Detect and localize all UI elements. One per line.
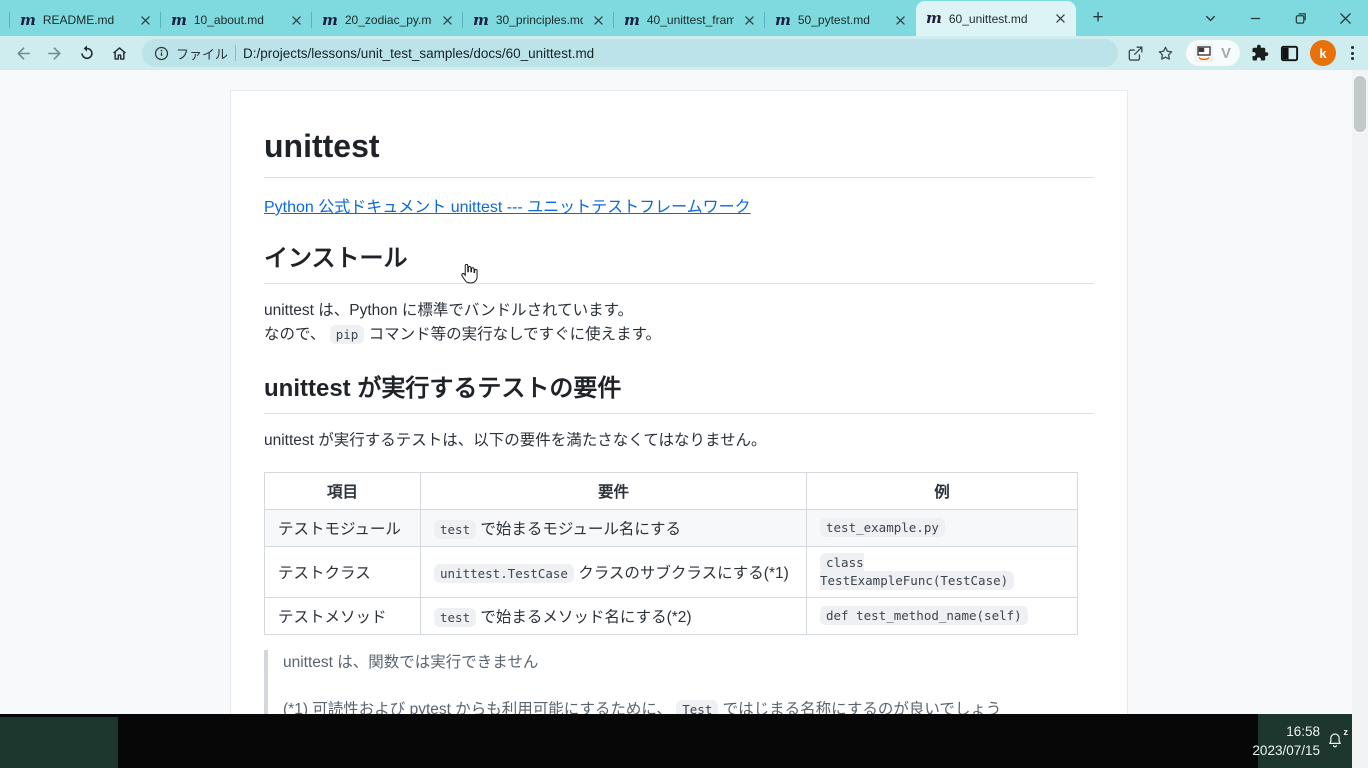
blockquote-note: unittest は、関数では実行できません [283,650,1094,675]
markdown-favicon-icon: m [926,11,942,26]
table-row: テストモジュール test で始まるモジュール名にする test_example… [265,510,1078,547]
address-bar[interactable]: ファイル D:/projects/lessons/unit_test_sampl… [142,39,1118,67]
tab-close-icon[interactable] [439,12,455,28]
home-icon[interactable] [104,38,134,68]
browser-tab[interactable]: m 50_pytest.md [765,4,916,36]
table-header-row: 項目 要件 例 [265,473,1078,510]
reload-icon[interactable] [72,38,102,68]
tab-close-icon[interactable] [288,12,304,28]
side-panel-icon[interactable] [1280,44,1299,63]
url-scheme-label: ファイル [176,44,228,63]
notification-bell-icon[interactable]: z [1326,731,1346,751]
profile-avatar[interactable]: k [1310,40,1336,66]
tab-title: 50_pytest.md [798,13,885,27]
tab-title: 40_unittest_fram [647,13,734,27]
browser-tab[interactable]: m 20_zodiac_py.md [312,4,463,36]
table-row: テストクラス unittest.TestCase クラスのサブクラスにする(*1… [265,547,1078,598]
note-blockquote: unittest は、関数では実行できません (*1) 可読性および pytes… [264,650,1094,714]
browser-tab[interactable]: m 40_unittest_fram [614,4,765,36]
markdown-favicon-icon: m [20,13,36,28]
markdown-favicon-icon: m [775,13,791,28]
forward-icon[interactable] [40,38,70,68]
tabs: m README.md m 10_about.md m 20_zodiac_py… [0,0,1076,36]
tab-close-icon[interactable] [741,12,757,28]
cell-item: テストモジュール [265,510,421,547]
desktop-corner [0,717,118,768]
install-line-1: unittest は、Python に標準でバンドルされています。 [264,299,1094,323]
page-viewport: unittest Python 公式ドキュメント unittest --- ユニ… [0,70,1352,714]
scrollbar-thumb[interactable] [1354,76,1366,132]
cell-example: test_example.py [807,510,1078,547]
cell-requirement: unittest.TestCase クラスのサブクラスにする(*1) [421,547,807,598]
tab-close-icon[interactable] [137,12,153,28]
tab-search-chevron-icon[interactable] [1188,0,1233,36]
browser-menu-icon[interactable] [1347,42,1358,64]
markdown-card: unittest Python 公式ドキュメント unittest --- ユニ… [230,90,1128,714]
col-header-example: 例 [807,473,1078,510]
tab-close-icon[interactable] [590,12,606,28]
toolbar-right: V k [1126,40,1358,66]
taskbar-clock-area[interactable]: 16:58 2023/07/15 z [1258,714,1352,768]
vue-devtools-extension-icon[interactable]: V [1221,45,1231,62]
new-tab-button[interactable]: + [1084,4,1112,32]
browser-tab[interactable]: m 30_principles.md [463,4,614,36]
markdown-favicon-icon: m [322,13,338,28]
table-row: テストメソッド test で始まるメソッド名にする(*2) def test_m… [265,598,1078,635]
cell-item: テストクラス [265,547,421,598]
back-icon[interactable] [8,38,38,68]
cell-example: def test_method_name(self) [807,598,1078,635]
requirements-intro: unittest が実行するテストは、以下の要件を満たさなくてはなりません。 [264,429,1094,453]
info-icon[interactable] [154,46,169,61]
screen: m README.md m 10_about.md m 20_zodiac_py… [0,0,1368,768]
tab-title: 10_about.md [194,13,281,27]
pinned-extensions: V [1186,40,1240,66]
clock-date: 2023/07/15 [1252,741,1320,760]
col-header-item: 項目 [265,473,421,510]
tab-strip: m README.md m 10_about.md m 20_zodiac_py… [0,0,1368,36]
browser-tab[interactable]: m 10_about.md [161,4,312,36]
url-path: D:/projects/lessons/unit_test_samples/do… [243,46,594,61]
clock-time: 16:58 [1252,722,1320,741]
tab-title: README.md [43,13,130,27]
markdown-favicon-icon: m [473,13,489,28]
cell-example: class TestExampleFunc(TestCase) [807,547,1078,598]
cell-item: テストメソッド [265,598,421,635]
section-requirements-heading: unittest が実行するテストの要件 [264,374,1094,414]
tab-close-icon[interactable] [1052,11,1068,27]
close-button[interactable] [1323,0,1368,36]
extensions-puzzle-icon[interactable] [1251,44,1269,62]
footnote-1: (*1) 可読性および pytest からも利用可能にするために、 Test で… [283,697,1094,714]
cell-requirement: test で始まるメソッド名にする(*2) [421,598,807,635]
markdown-favicon-icon: m [624,13,640,28]
markdown-favicon-icon: m [171,13,187,28]
browser-tab[interactable]: m README.md [10,4,161,36]
tab-title: 20_zodiac_py.md [345,13,432,27]
col-header-requirement: 要件 [421,473,807,510]
scrollbar-track[interactable] [1352,70,1368,768]
taskbar-clock[interactable]: 16:58 2023/07/15 [1252,722,1320,760]
share-icon[interactable] [1126,44,1145,63]
tab-close-icon[interactable] [892,12,908,28]
bookmark-star-icon[interactable] [1156,44,1175,63]
requirements-table: 項目 要件 例 テストモジュール test で始まるモジュール名にする test… [264,472,1078,635]
browser-tab[interactable]: m 60_unittest.md [916,1,1076,36]
markdown-viewer-extension-icon[interactable] [1195,44,1213,62]
cell-requirement: test で始まるモジュール名にする [421,510,807,547]
window-controls [1188,0,1368,36]
restore-button[interactable] [1278,0,1323,36]
url-separator [235,45,236,61]
section-install-heading: インストール [264,244,1094,284]
tab-title: 30_principles.md [496,13,583,27]
browser-toolbar: ファイル D:/projects/lessons/unit_test_sampl… [0,36,1368,70]
desktop-band [0,714,1352,768]
page-title: unittest [264,127,1094,178]
python-docs-link[interactable]: Python 公式ドキュメント unittest --- ユニットテストフレーム… [264,193,751,217]
minimize-button[interactable] [1233,0,1278,36]
install-line-2: なので、 pip コマンド等の実行なしですぐに使えます。 [264,323,1094,347]
tab-title: 60_unittest.md [949,12,1045,26]
